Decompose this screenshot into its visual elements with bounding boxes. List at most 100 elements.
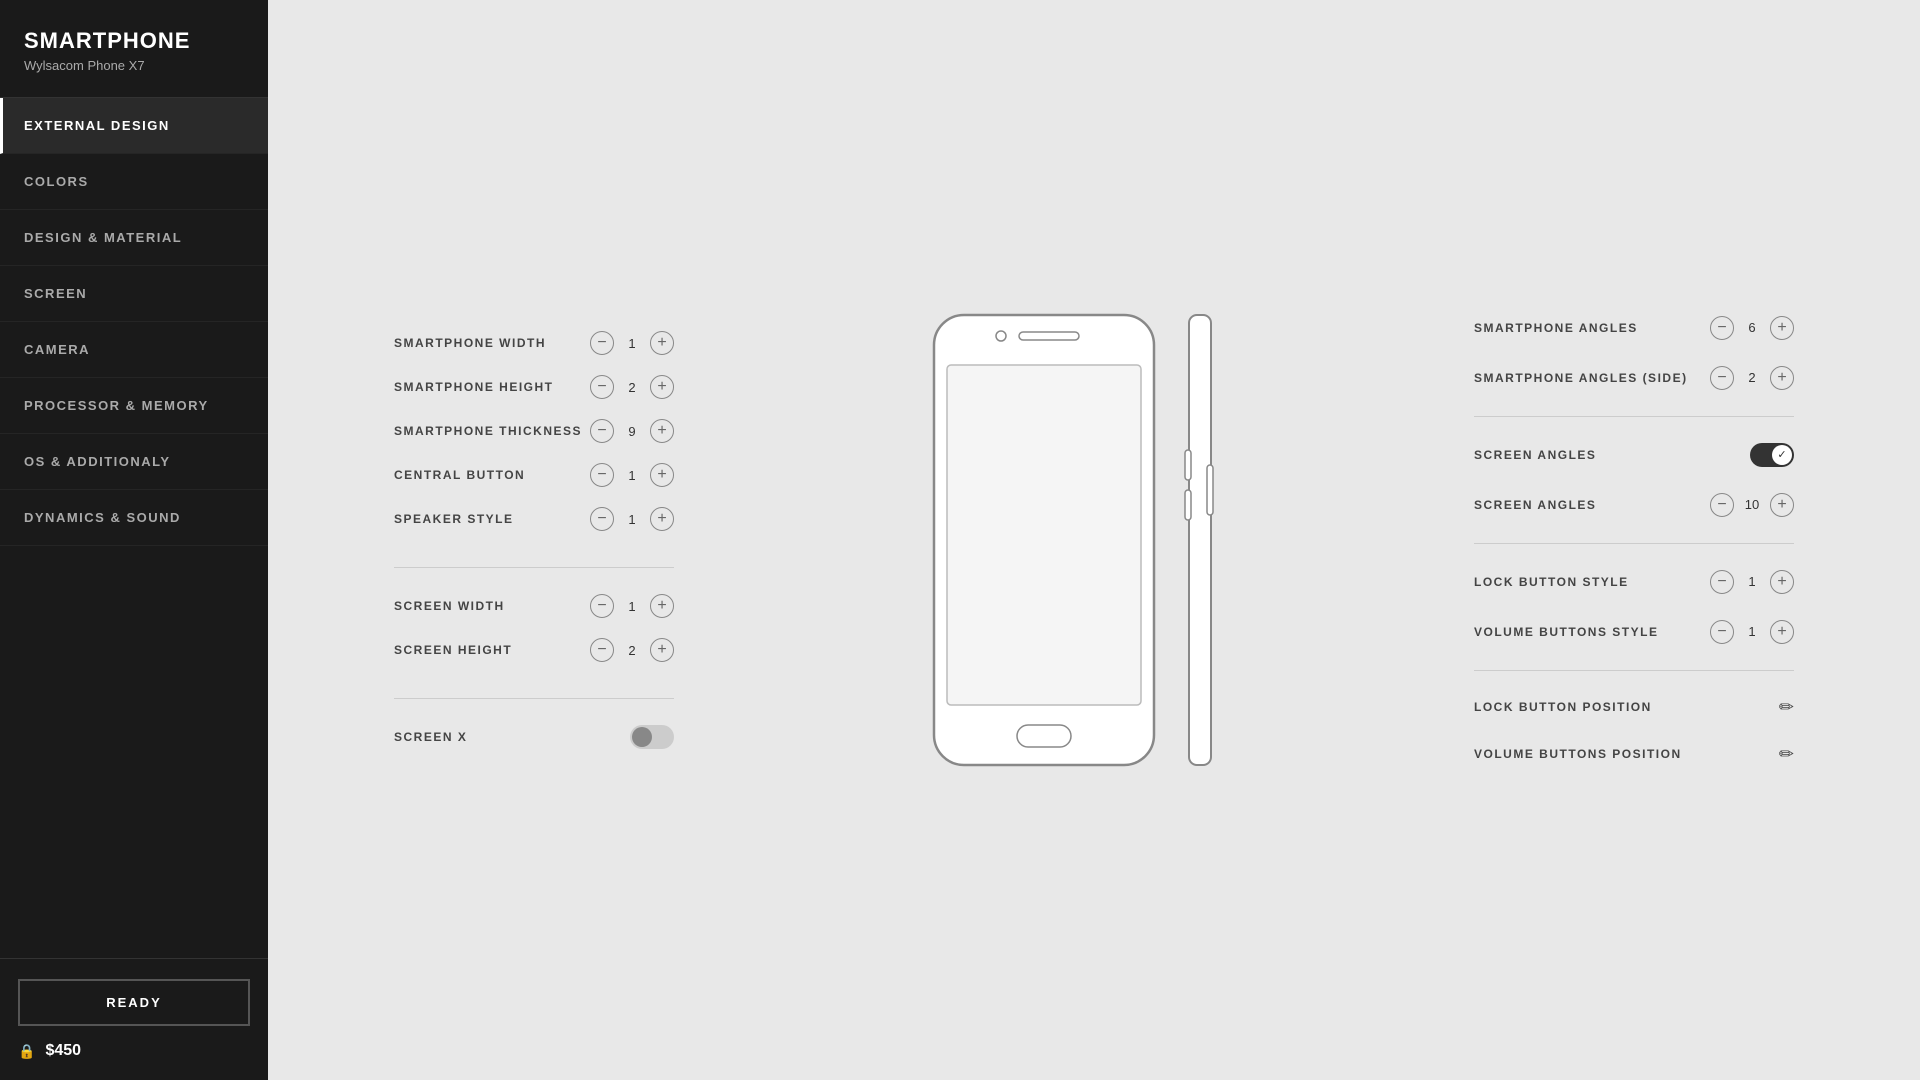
phone-front-svg bbox=[929, 310, 1159, 770]
screen-height-minus[interactable]: − bbox=[590, 638, 614, 662]
control-lock-button-style: LOCK BUTTON STYLE − 1 + bbox=[1474, 560, 1794, 604]
screen-height-label: SCREEN HEIGHT bbox=[394, 643, 512, 657]
lock-button-style-label: LOCK BUTTON STYLE bbox=[1474, 575, 1710, 589]
lock-button-style-minus[interactable]: − bbox=[1710, 570, 1734, 594]
volume-buttons-style-label: VOLUME BUTTONS STYLE bbox=[1474, 625, 1710, 639]
sidebar-item-dynamics-sound[interactable]: DYNAMICS & SOUND bbox=[0, 490, 268, 546]
smartphone-angles-side-minus[interactable]: − bbox=[1710, 366, 1734, 390]
screen-x-toggle-knob bbox=[632, 727, 652, 747]
control-screen-angles-toggle: SCREEN ANGLES ✓ bbox=[1474, 433, 1794, 477]
smartphone-width-label: SMARTPHONE WIDTH bbox=[394, 336, 546, 350]
smartphone-thickness-minus[interactable]: − bbox=[590, 419, 614, 443]
smartphone-height-plus[interactable]: + bbox=[650, 375, 674, 399]
volume-buttons-position-edit-icon[interactable]: ✏ bbox=[1779, 744, 1794, 765]
content-layout: SMARTPHONE WIDTH − 1 + SMARTPHONE HEIGHT… bbox=[394, 306, 1794, 775]
smartphone-angles-side-plus[interactable]: + bbox=[1770, 366, 1794, 390]
smartphone-angles-side-value: 2 bbox=[1744, 370, 1760, 385]
smartphone-angles-label: SMARTPHONE ANGLES bbox=[1474, 321, 1710, 335]
sidebar-nav: EXTERNAL DESIGN COLORS DESIGN & MATERIAL… bbox=[0, 98, 268, 958]
brand-subtitle: Wylsacom Phone X7 bbox=[24, 58, 244, 73]
central-button-plus[interactable]: + bbox=[650, 463, 674, 487]
sidebar-item-colors[interactable]: COLORS bbox=[0, 154, 268, 210]
screen-width-label: SCREEN WIDTH bbox=[394, 599, 505, 613]
central-button-label: CENTRAL BUTTON bbox=[394, 468, 525, 482]
lock-button-position-edit-icon[interactable]: ✏ bbox=[1779, 697, 1794, 718]
screen-width-plus[interactable]: + bbox=[650, 594, 674, 618]
screen-height-value: 2 bbox=[624, 643, 640, 658]
sidebar-item-screen[interactable]: SCREEN bbox=[0, 266, 268, 322]
control-screen-angles-value: SCREEN ANGLES − 10 + bbox=[1474, 483, 1794, 527]
left-divider-1 bbox=[394, 567, 674, 568]
control-smartphone-thickness: SMARTPHONE THICKNESS − 9 + bbox=[394, 409, 674, 453]
control-smartphone-width: SMARTPHONE WIDTH − 1 + bbox=[394, 321, 674, 365]
screen-width-minus[interactable]: − bbox=[590, 594, 614, 618]
smartphone-angles-value: 6 bbox=[1744, 320, 1760, 335]
control-screen-height: SCREEN HEIGHT − 2 + bbox=[394, 628, 674, 672]
control-screen-width: SCREEN WIDTH − 1 + bbox=[394, 584, 674, 628]
volume-buttons-position-label: VOLUME BUTTONS POSITION bbox=[1474, 747, 1779, 761]
control-volume-buttons-position: VOLUME BUTTONS POSITION ✏ bbox=[1474, 734, 1794, 775]
speaker-style-plus[interactable]: + bbox=[650, 507, 674, 531]
speaker-style-minus[interactable]: − bbox=[590, 507, 614, 531]
screen-height-stepper: − 2 + bbox=[590, 638, 674, 662]
lock-icon: 🔒 bbox=[18, 1043, 35, 1060]
smartphone-width-plus[interactable]: + bbox=[650, 331, 674, 355]
phone-side-svg bbox=[1179, 310, 1219, 770]
screen-angles-minus[interactable]: − bbox=[1710, 493, 1734, 517]
screen-x-toggle[interactable] bbox=[630, 725, 674, 749]
speaker-style-label: SPEAKER STYLE bbox=[394, 512, 514, 526]
speaker-style-stepper: − 1 + bbox=[590, 507, 674, 531]
sidebar-item-external-design[interactable]: EXTERNAL DESIGN bbox=[0, 98, 268, 154]
volume-buttons-style-plus[interactable]: + bbox=[1770, 620, 1794, 644]
screen-angles-value-label: SCREEN ANGLES bbox=[1474, 498, 1710, 512]
screen-angles-stepper: − 10 + bbox=[1710, 493, 1794, 517]
screen-width-stepper: − 1 + bbox=[590, 594, 674, 618]
smartphone-width-stepper: − 1 + bbox=[590, 331, 674, 355]
smartphone-angles-stepper: − 6 + bbox=[1710, 316, 1794, 340]
smartphone-height-minus[interactable]: − bbox=[590, 375, 614, 399]
screen-height-plus[interactable]: + bbox=[650, 638, 674, 662]
smartphone-angles-plus[interactable]: + bbox=[1770, 316, 1794, 340]
sidebar-item-os-additional[interactable]: OS & ADDITIONALY bbox=[0, 434, 268, 490]
control-smartphone-height: SMARTPHONE HEIGHT − 2 + bbox=[394, 365, 674, 409]
price-display: 🔒 $450 bbox=[18, 1042, 250, 1060]
volume-buttons-style-minus[interactable]: − bbox=[1710, 620, 1734, 644]
sidebar-item-processor-memory[interactable]: PROCESSOR & MEMORY bbox=[0, 378, 268, 434]
sidebar-item-design-material[interactable]: DESIGN & MATERIAL bbox=[0, 210, 268, 266]
control-smartphone-angles-side: SMARTPHONE ANGLES (SIDE) − 2 + bbox=[1474, 356, 1794, 400]
right-divider-3 bbox=[1474, 670, 1794, 671]
left-group-2: SCREEN WIDTH − 1 + SCREEN HEIGHT − 2 + bbox=[394, 584, 674, 672]
screen-width-value: 1 bbox=[624, 599, 640, 614]
sidebar-item-camera[interactable]: CAMERA bbox=[0, 322, 268, 378]
control-volume-buttons-style: VOLUME BUTTONS STYLE − 1 + bbox=[1474, 610, 1794, 654]
smartphone-angles-minus[interactable]: − bbox=[1710, 316, 1734, 340]
screen-x-label: SCREEN X bbox=[394, 730, 467, 744]
speaker-style-value: 1 bbox=[624, 512, 640, 527]
smartphone-thickness-stepper: − 9 + bbox=[590, 419, 674, 443]
smartphone-thickness-label: SMARTPHONE THICKNESS bbox=[394, 424, 582, 438]
smartphone-thickness-plus[interactable]: + bbox=[650, 419, 674, 443]
right-controls: SMARTPHONE ANGLES − 6 + SMARTPHONE ANGLE… bbox=[1474, 306, 1794, 775]
control-lock-button-position: LOCK BUTTON POSITION ✏ bbox=[1474, 687, 1794, 728]
central-button-minus[interactable]: − bbox=[590, 463, 614, 487]
smartphone-height-value: 2 bbox=[624, 380, 640, 395]
screen-angles-toggle-label: SCREEN ANGLES bbox=[1474, 448, 1750, 462]
central-button-value: 1 bbox=[624, 468, 640, 483]
smartphone-height-label: SMARTPHONE HEIGHT bbox=[394, 380, 554, 394]
volume-buttons-style-stepper: − 1 + bbox=[1710, 620, 1794, 644]
smartphone-angles-side-stepper: − 2 + bbox=[1710, 366, 1794, 390]
screen-angles-plus[interactable]: + bbox=[1770, 493, 1794, 517]
smartphone-width-value: 1 bbox=[624, 336, 640, 351]
price-value: $450 bbox=[45, 1042, 81, 1060]
screen-angles-toggle-switch[interactable]: ✓ bbox=[1750, 443, 1794, 467]
smartphone-width-minus[interactable]: − bbox=[590, 331, 614, 355]
lock-button-style-stepper: − 1 + bbox=[1710, 570, 1794, 594]
lock-button-style-plus[interactable]: + bbox=[1770, 570, 1794, 594]
smartphone-thickness-value: 9 bbox=[624, 424, 640, 439]
left-group-1: SMARTPHONE WIDTH − 1 + SMARTPHONE HEIGHT… bbox=[394, 321, 674, 541]
ready-button[interactable]: READY bbox=[18, 979, 250, 1026]
central-button-stepper: − 1 + bbox=[590, 463, 674, 487]
sidebar: SMARTPHONE Wylsacom Phone X7 EXTERNAL DE… bbox=[0, 0, 268, 1080]
lock-button-position-label: LOCK BUTTON POSITION bbox=[1474, 700, 1779, 714]
main-content: SMARTPHONE WIDTH − 1 + SMARTPHONE HEIGHT… bbox=[268, 0, 1920, 1080]
